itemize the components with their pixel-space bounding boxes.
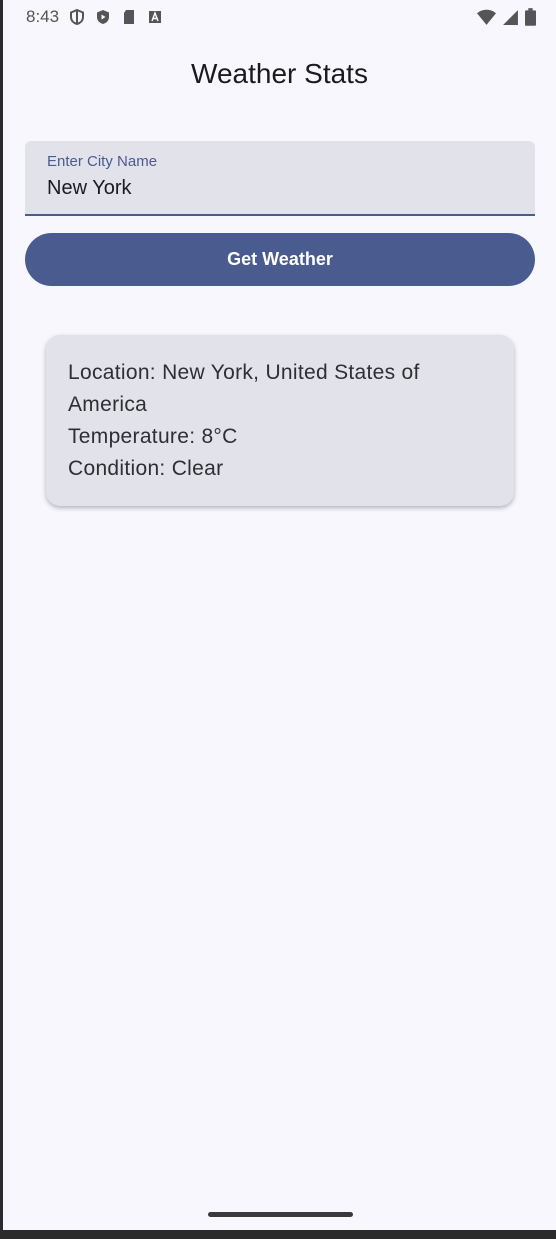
city-name-input[interactable] <box>47 177 507 200</box>
home-gesture-bar[interactable] <box>208 1212 353 1217</box>
city-name-label: Enter City Name <box>47 153 158 170</box>
sd-card-icon <box>124 10 135 24</box>
status-time: 8:43 <box>26 7 60 26</box>
shield-play-icon <box>97 10 110 24</box>
location-text: Location: New York, United States of Ame… <box>68 361 420 416</box>
signal-icon <box>503 9 518 25</box>
font-a-icon <box>149 11 162 23</box>
status-icons-left <box>69 9 163 25</box>
status-icons-right <box>477 8 536 26</box>
shield-outline-icon <box>70 9 85 25</box>
temperature-text: Temperature: 8°C <box>68 425 238 448</box>
weather-result-card: Location: New York, United States of Ame… <box>46 335 514 506</box>
city-name-field[interactable]: Enter City Name <box>25 141 535 216</box>
condition-text: Condition: Clear <box>68 457 224 480</box>
page-title: Weather Stats <box>191 58 368 89</box>
status-bar: 8:43 <box>3 0 556 34</box>
get-weather-button[interactable]: Get Weather <box>25 233 535 286</box>
wifi-icon <box>477 9 496 25</box>
battery-icon <box>525 8 536 26</box>
app-screen: 8:43 Weather Stats Enter City Name New Y… <box>3 0 556 1230</box>
